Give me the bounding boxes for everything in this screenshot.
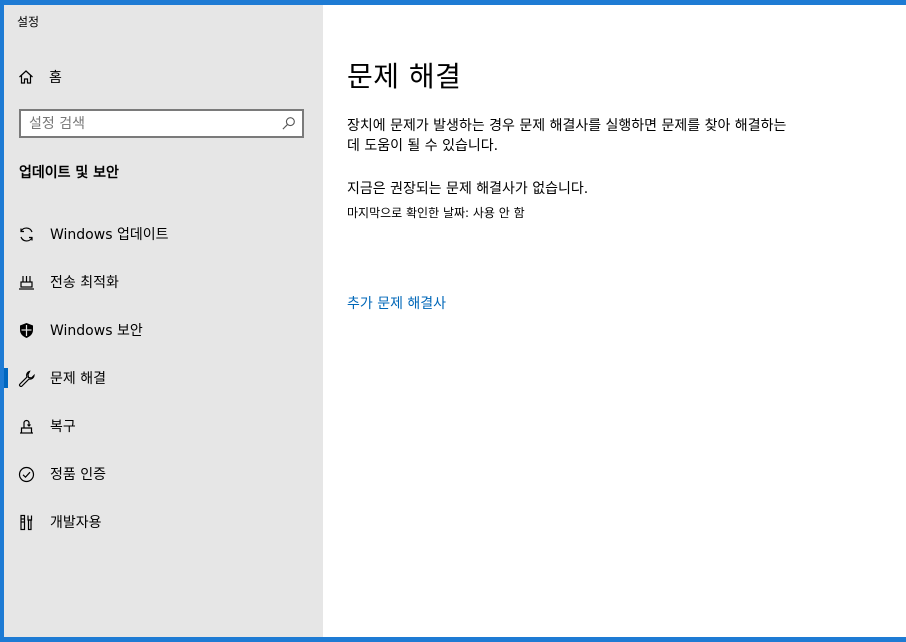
- sidebar-item-troubleshoot[interactable]: 문제 해결: [4, 354, 323, 402]
- search-box[interactable]: [19, 109, 304, 138]
- wrench-icon: [19, 370, 35, 387]
- home-icon: [19, 70, 33, 84]
- sync-icon: [20, 226, 33, 242]
- troubleshooter-status: 지금은 권장되는 문제 해결사가 없습니다.: [347, 181, 589, 197]
- page-description: 장치에 문제가 발생하는 경우 문제 해결사를 실행하면 문제를 찾아 해결하는…: [347, 118, 787, 154]
- home-nav-item[interactable]: 홈: [18, 66, 62, 88]
- last-checked-date: 마지막으로 확인한 날짜: 사용 안 함: [347, 206, 525, 220]
- app-title: 설정: [17, 15, 40, 29]
- sidebar-item-delivery-optimization[interactable]: 전송 최적화: [4, 258, 323, 306]
- recovery-icon: [20, 419, 33, 434]
- sidebar-item-windows-security[interactable]: Windows 보안: [4, 306, 323, 354]
- search-input[interactable]: [29, 113, 269, 134]
- sidebar-item-label: Windows 업데이트: [50, 227, 169, 243]
- sidebar: 설정 홈 업데이트 및 보안: [4, 5, 323, 637]
- page-title: 문제 해결: [347, 60, 462, 93]
- search-icon[interactable]: [281, 116, 296, 131]
- sidebar-nav: Windows 업데이트 전송 최적화 Windows 보안 문제 해결 복구 …: [4, 210, 323, 546]
- sidebar-item-windows-update[interactable]: Windows 업데이트: [4, 210, 323, 258]
- main-content: 문제 해결 장치에 문제가 발생하는 경우 문제 해결사를 실행하면 문제를 찾…: [347, 5, 906, 637]
- sidebar-item-label: 정품 인증: [50, 467, 106, 483]
- checkmark-circle-icon: [18, 466, 35, 482]
- section-title: 업데이트 및 보안: [19, 165, 119, 181]
- shield-icon: [20, 322, 33, 338]
- sidebar-item-for-developers[interactable]: 개발자용: [4, 498, 323, 546]
- developer-tools-icon: [20, 514, 33, 530]
- settings-window: 설정 홈 업데이트 및 보안: [4, 5, 906, 637]
- sidebar-item-label: 전송 최적화: [50, 275, 119, 291]
- sidebar-item-label: 문제 해결: [50, 371, 106, 387]
- window-bottom-edge: [0, 637, 906, 642]
- sidebar-item-label: Windows 보안: [50, 323, 143, 339]
- sidebar-item-label: 복구: [50, 419, 76, 435]
- sidebar-item-label: 개발자용: [50, 515, 102, 531]
- home-label: 홈: [49, 70, 62, 86]
- additional-troubleshooters-link[interactable]: 추가 문제 해결사: [347, 293, 446, 313]
- sidebar-item-activation[interactable]: 정품 인증: [4, 450, 323, 498]
- sidebar-item-recovery[interactable]: 복구: [4, 402, 323, 450]
- delivery-optimization-icon: [19, 275, 34, 290]
